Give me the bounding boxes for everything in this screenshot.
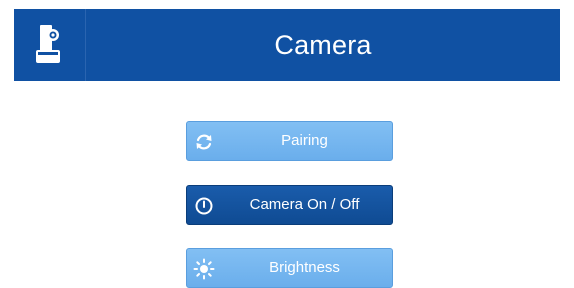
page-title: Camera [274,30,372,60]
sun-icon [193,258,215,280]
camera-device-icon [36,25,60,63]
brightness-button[interactable]: Brightness [186,248,393,288]
power-icon [195,197,213,215]
camera-on-off-button[interactable]: Camera On / Off [186,185,393,225]
header-bar: Camera [14,9,560,81]
header-icon-cell [14,9,86,81]
pairing-button[interactable]: Pairing [186,121,393,161]
pairing-label: Pairing [281,132,328,149]
refresh-icon [196,134,212,150]
camera-screen: Camera Pairing Camera On / Off Brightnes… [0,0,574,288]
brightness-label: Brightness [269,259,340,276]
camera-on-off-label: Camera On / Off [249,196,360,213]
